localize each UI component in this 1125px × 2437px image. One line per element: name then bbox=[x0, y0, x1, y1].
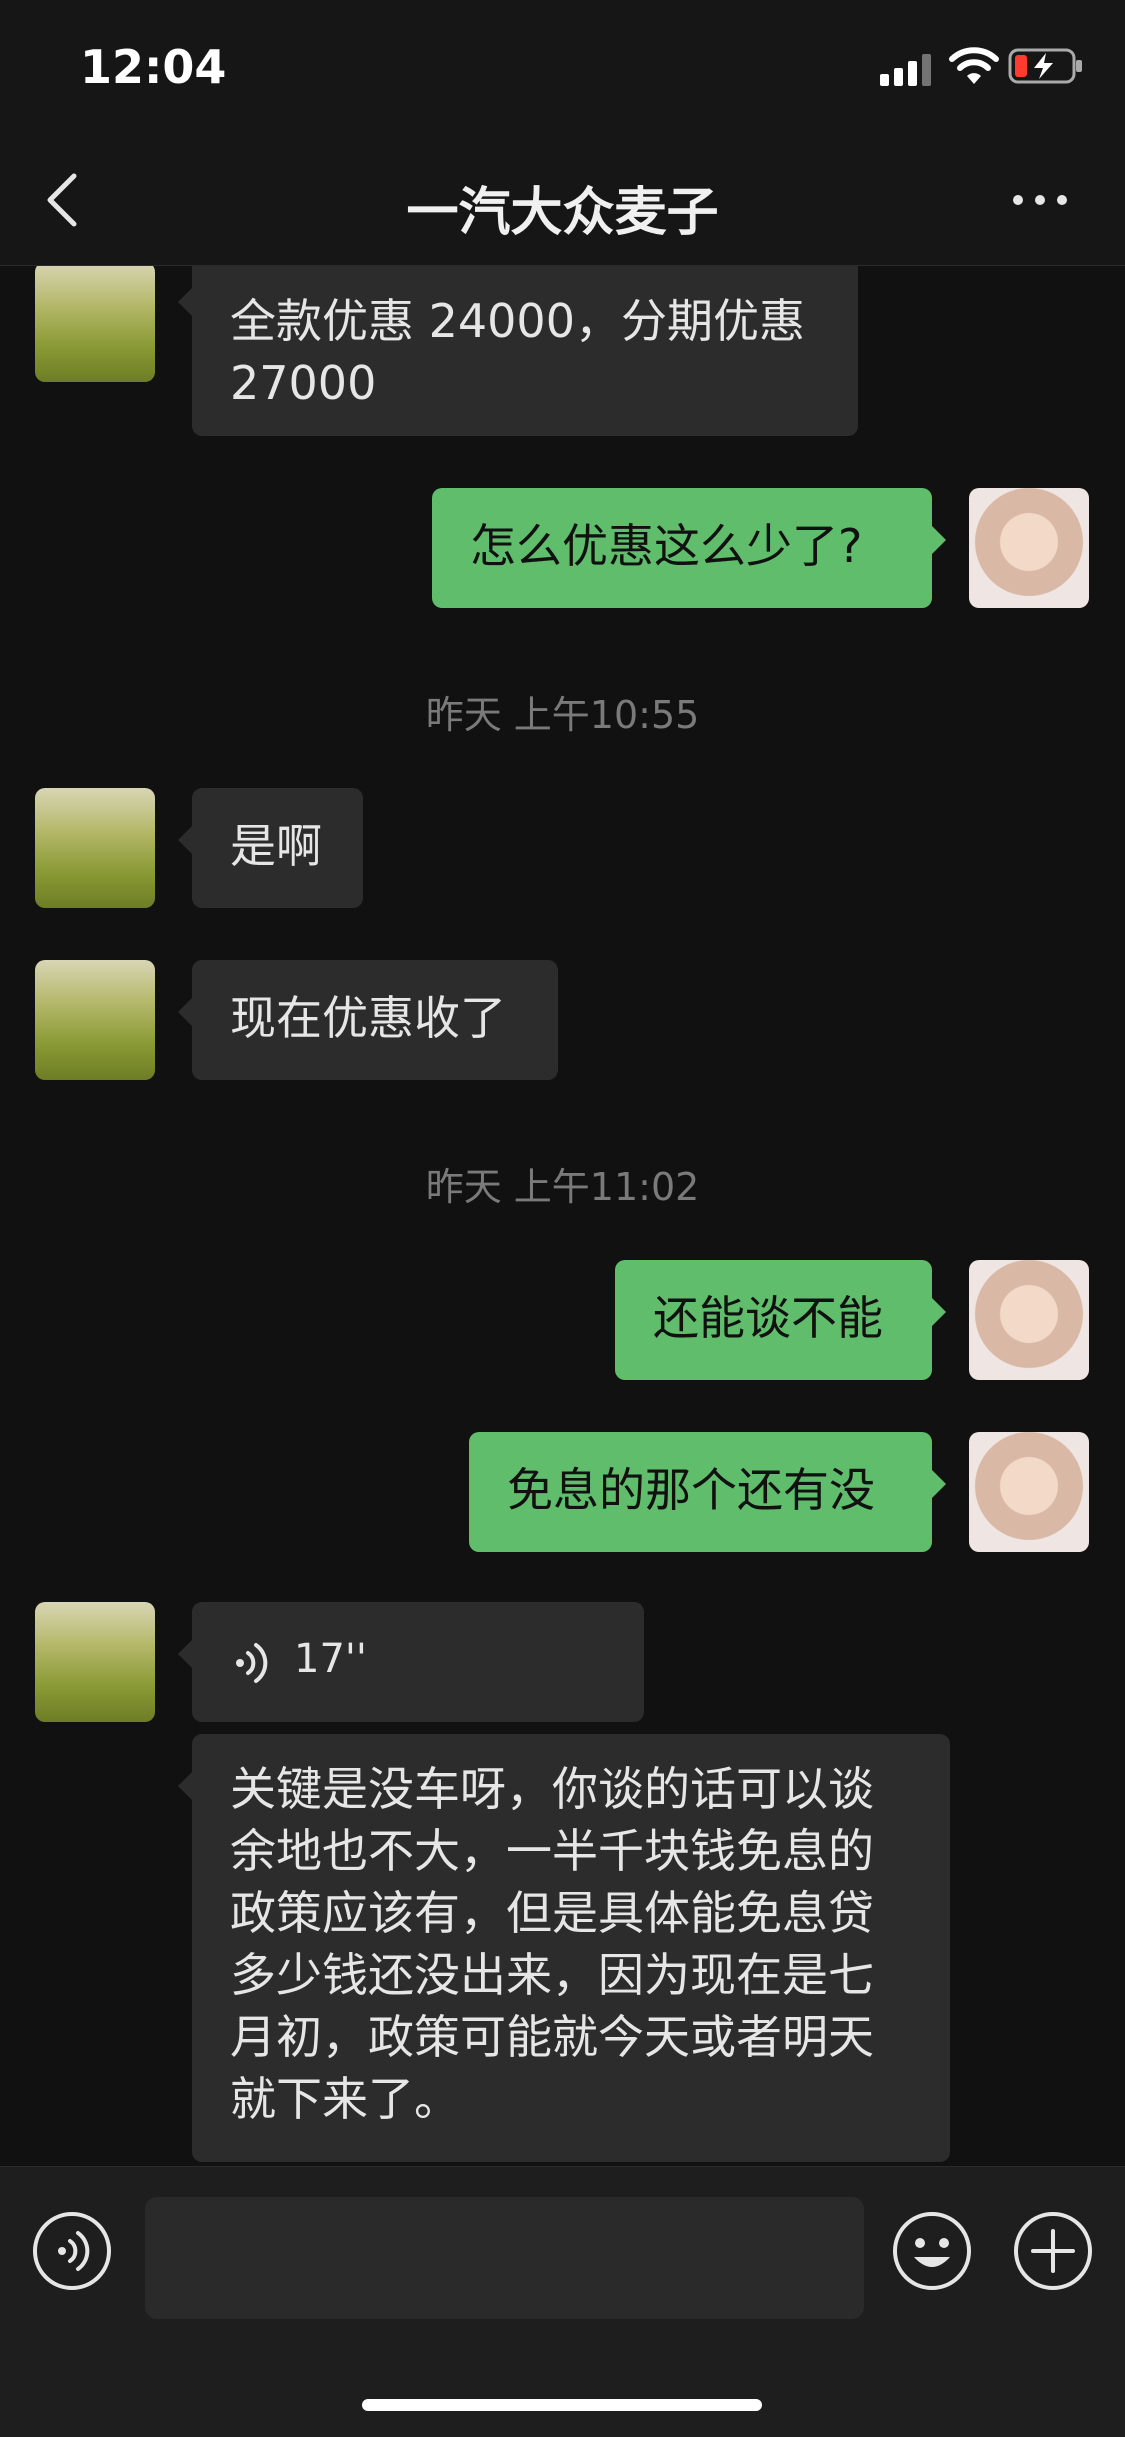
emoji-icon[interactable] bbox=[892, 2211, 972, 2291]
message-bubble-incoming[interactable]: 全款优惠 24000，分期优惠 27000 bbox=[178, 266, 858, 436]
message-input[interactable] bbox=[145, 2197, 864, 2319]
message-text: 还能谈不能 bbox=[653, 1291, 883, 1345]
my-avatar[interactable] bbox=[969, 488, 1089, 608]
chat-title: 一汽大众麦子 bbox=[406, 183, 719, 243]
contact-avatar[interactable] bbox=[35, 788, 155, 908]
message-bubble-outgoing[interactable]: 免息的那个还有没 bbox=[469, 1432, 946, 1552]
more-options-icon[interactable] bbox=[1010, 190, 1070, 210]
voice-wave-icon bbox=[236, 1643, 268, 1683]
voice-transcript-bubble[interactable]: 关键是没车呀，你谈的话可以谈余地也不大，一半千块钱免息的政策应该有，但是具体能免… bbox=[178, 1734, 950, 2162]
message-list[interactable]: 全款优惠 24000，分期优惠 27000 怎么优惠这么少了? 昨天 上午10:… bbox=[0, 266, 1125, 2166]
voice-input-icon[interactable] bbox=[32, 2211, 112, 2291]
battery-charging-icon bbox=[1008, 48, 1082, 84]
contact-avatar[interactable] bbox=[35, 1602, 155, 1722]
my-avatar[interactable] bbox=[969, 1432, 1089, 1552]
message-bubble-incoming[interactable]: 现在优惠收了 bbox=[178, 960, 558, 1080]
add-plus-icon[interactable] bbox=[1013, 2211, 1093, 2291]
message-text: 现在优惠收了 bbox=[230, 991, 506, 1045]
message-text: 关键是没车呀，你谈的话可以谈余地也不大，一半千块钱免息的政策应该有，但是具体能免… bbox=[230, 1762, 874, 2126]
message-bubble-outgoing[interactable]: 怎么优惠这么少了? bbox=[432, 488, 946, 608]
timestamp: 昨天 上午10:55 bbox=[425, 693, 700, 737]
contact-avatar[interactable] bbox=[35, 960, 155, 1080]
voice-message-bubble[interactable]: 17'' bbox=[178, 1602, 644, 1722]
wifi-icon bbox=[949, 47, 999, 84]
message-text: 免息的那个还有没 bbox=[507, 1463, 875, 1517]
my-avatar[interactable] bbox=[969, 1260, 1089, 1380]
message-bubble-incoming[interactable]: 是啊 bbox=[178, 788, 363, 908]
status-bar: 12:04 bbox=[0, 0, 1125, 140]
voice-duration: 17'' bbox=[294, 1636, 367, 1682]
message-bubble-outgoing[interactable]: 还能谈不能 bbox=[615, 1260, 946, 1380]
input-bar bbox=[0, 2166, 1125, 2437]
message-text: 怎么优惠这么少了? bbox=[470, 519, 863, 573]
home-indicator[interactable] bbox=[362, 2399, 762, 2411]
status-time: 12:04 bbox=[80, 40, 227, 94]
timestamp: 昨天 上午11:02 bbox=[425, 1165, 700, 1209]
message-text: 全款优惠 24000，分期优惠 27000 bbox=[230, 294, 805, 410]
contact-avatar[interactable] bbox=[35, 266, 155, 382]
message-text: 是啊 bbox=[230, 819, 322, 873]
cellular-signal-icon bbox=[880, 54, 931, 86]
chat-header: 一汽大众麦子 bbox=[0, 140, 1125, 266]
